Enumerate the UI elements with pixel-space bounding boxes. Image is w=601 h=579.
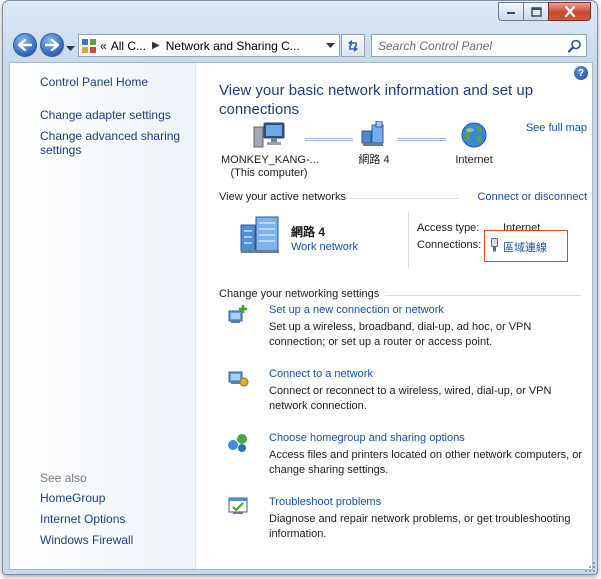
ethernet-plug-icon[interactable]	[490, 238, 499, 252]
breadcrumb-network-sharing[interactable]: Network and Sharing C...	[166, 39, 300, 53]
see-also-links: HomeGroup Internet Options Windows Firew…	[40, 491, 133, 554]
main-panel: ? View your basic network information an…	[197, 63, 592, 569]
forward-button[interactable]	[40, 33, 64, 57]
setting-desc-new-connection: Set up a wireless, broadband, dial-up, a…	[269, 321, 532, 348]
map-connector	[305, 138, 353, 141]
search-box[interactable]	[371, 34, 587, 57]
resize-grip-icon[interactable]	[584, 561, 596, 573]
forward-arrow-icon	[45, 39, 59, 51]
network-icon	[361, 120, 384, 146]
breadcrumb-separator-icon[interactable]: ▶	[152, 40, 160, 51]
troubleshoot-icon	[228, 497, 248, 514]
close-icon	[564, 6, 575, 17]
map-node-internet[interactable]: Internet	[441, 121, 507, 167]
breadcrumb-overflow[interactable]: «	[100, 39, 107, 53]
see-also-windows-firewall[interactable]: Windows Firewall	[40, 533, 133, 547]
change-settings-heading: Change your networking settings	[219, 288, 380, 300]
homegroup-icon	[228, 434, 247, 452]
new-connection-icon	[228, 305, 247, 323]
setting-desc-connect-network: Connect or reconnect to a wireless, wire…	[269, 385, 552, 412]
maximize-icon	[530, 6, 542, 17]
divider	[349, 198, 459, 199]
connect-network-icon	[228, 371, 249, 387]
see-also-homegroup[interactable]: HomeGroup	[40, 491, 133, 505]
recent-pages-dropdown[interactable]	[66, 41, 75, 55]
local-area-connection-link[interactable]: 區域連線	[503, 239, 547, 255]
page-title: View your basic network information and …	[219, 82, 534, 118]
sidebar: Control Panel Home Change adapter settin…	[10, 63, 196, 569]
map-node-network[interactable]: 網路 4	[350, 120, 398, 167]
active-network-panel: 網路 4 Work network Access type: Internet …	[197, 207, 592, 272]
sidebar-tasks: Change adapter settings Change advanced …	[40, 108, 190, 164]
setting-title-new-connection[interactable]: Set up a new connection or network	[269, 304, 444, 316]
internet-label: Internet	[455, 154, 493, 166]
setting-title-connect-network[interactable]: Connect to a network	[269, 368, 373, 380]
computer-icon	[253, 122, 285, 148]
setting-desc-troubleshoot: Diagnose and repair network problems, or…	[269, 513, 571, 540]
active-networks-heading: View your active networks	[219, 191, 346, 203]
address-dropdown-button[interactable]	[323, 39, 337, 53]
setting-title-troubleshoot[interactable]: Troubleshoot problems	[269, 496, 381, 508]
navigation-bar: « All C... ▶ Network and Sharing C...	[3, 31, 597, 59]
map-connector	[398, 138, 446, 141]
network-map: MONKEY_KANG-... (This computer) 網路 4 Int…	[197, 120, 592, 191]
search-icon[interactable]	[568, 39, 582, 53]
content-area: Control Panel Home Change adapter settin…	[9, 62, 593, 570]
back-arrow-icon	[18, 39, 32, 51]
access-type-label: Access type:	[417, 222, 480, 234]
address-bar[interactable]: « All C... ▶ Network and Sharing C...	[78, 34, 340, 57]
see-also-internet-options[interactable]: Internet Options	[40, 512, 133, 526]
caption-buttons	[498, 2, 591, 21]
computer-sub: (This computer)	[230, 167, 308, 179]
computer-name: MONKEY_KANG-...	[221, 154, 319, 166]
sidebar-control-panel-home[interactable]: Control Panel Home	[40, 75, 148, 89]
setting-desc-homegroup: Access files and printers located on oth…	[269, 449, 583, 476]
breadcrumb-all-control-panel[interactable]: All C...	[111, 39, 146, 53]
help-icon[interactable]: ?	[574, 66, 588, 80]
network-name: 網路 4	[358, 154, 390, 166]
connections-label: Connections:	[417, 239, 482, 251]
refresh-button[interactable]	[341, 34, 365, 57]
connect-or-disconnect-link[interactable]: Connect or disconnect	[478, 191, 587, 203]
map-node-computer[interactable]: MONKEY_KANG-... (This computer)	[221, 121, 319, 180]
divider	[408, 211, 409, 269]
sidebar-item-change-advanced-sharing[interactable]: Change advanced sharing settings	[40, 129, 190, 157]
window: « All C... ▶ Network and Sharing C... Se…	[2, 0, 598, 575]
control-panel-icon	[82, 38, 96, 53]
sidebar-item-change-adapter-settings[interactable]: Change adapter settings	[40, 108, 190, 122]
minimize-icon	[507, 11, 515, 14]
search-input[interactable]	[378, 38, 558, 53]
globe-icon	[461, 122, 487, 148]
active-network-name: 網路 4	[291, 225, 326, 239]
setting-title-homegroup[interactable]: Choose homegroup and sharing options	[269, 432, 465, 444]
maximize-button[interactable]	[523, 2, 548, 21]
see-full-map-link[interactable]: See full map	[526, 122, 587, 134]
refresh-icon	[348, 39, 358, 52]
close-button[interactable]	[548, 2, 591, 21]
minimize-button[interactable]	[498, 2, 523, 21]
network-type-link[interactable]: Work network	[291, 241, 358, 253]
chevron-down-icon	[325, 43, 335, 48]
divider	[385, 295, 581, 296]
see-also-label: See also	[40, 471, 87, 485]
chevron-down-icon	[66, 46, 75, 51]
network-building-icon	[240, 216, 279, 253]
back-button[interactable]	[13, 33, 37, 57]
